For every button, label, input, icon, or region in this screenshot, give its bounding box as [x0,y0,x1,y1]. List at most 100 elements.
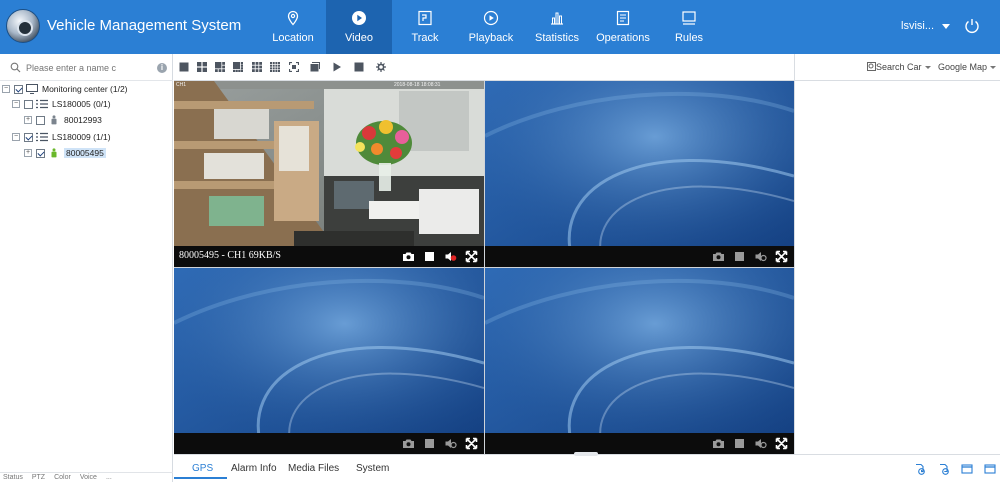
play-icon[interactable] [332,62,342,72]
layout-4-icon[interactable] [197,62,207,72]
layout-16-icon[interactable] [270,62,280,72]
tree-node-label: LS180005 (0/1) [52,99,111,109]
camera-icon[interactable] [402,250,415,263]
search-car-button[interactable]: Search Car [867,62,931,72]
vehicle-online-icon [51,148,57,158]
stop-icon[interactable] [733,437,746,450]
video-controls [402,250,478,263]
layout-8-icon[interactable] [233,62,243,72]
expand-icon[interactable] [775,437,788,450]
tree-checkbox[interactable] [24,132,33,142]
tree-node-vehicle[interactable]: + 80012993 [24,113,102,127]
power-icon[interactable] [963,17,981,35]
tab-gps[interactable]: GPS [192,463,213,474]
layout-6-icon[interactable] [215,62,225,72]
collapse-icon[interactable]: − [12,133,20,141]
video-cell-3[interactable] [174,268,484,454]
video-control-bar [485,433,794,454]
stop-icon[interactable] [423,437,436,450]
info-icon[interactable]: i [157,63,167,73]
clear-list-icon[interactable] [938,463,950,475]
expand-icon[interactable]: + [24,116,32,124]
expand-icon[interactable] [775,250,788,263]
tree-checkbox[interactable] [14,84,23,94]
tree-node-root[interactable]: − Monitoring center (1/2) [2,82,128,96]
map-panel[interactable] [794,81,1000,454]
expand-icon[interactable] [465,250,478,263]
nav-rules-label: Rules [674,32,704,44]
nav-location[interactable]: Location [260,0,326,54]
tree-node-label: 80012993 [64,115,102,125]
speaker-mute-icon[interactable] [444,250,457,263]
tab-media-files[interactable]: Media Files [288,463,339,474]
nav-track[interactable]: Track [392,0,458,54]
speaker-mute-icon[interactable] [444,437,457,450]
camera-icon[interactable] [712,250,725,263]
tree-node-group[interactable]: − LS180005 (0/1) [12,97,111,111]
tree-node-group[interactable]: − LS180009 (1/1) [12,130,111,144]
layout-1-icon[interactable] [179,62,189,72]
nav-playback[interactable]: Playback [458,0,524,54]
playback-icon [483,10,499,26]
tree-checkbox[interactable] [24,99,33,109]
resize-handle[interactable] [574,452,598,456]
search-input[interactable] [26,60,146,76]
nav-rules[interactable]: Rules [656,0,722,54]
app-header: Vehicle Management System Location Video… [0,0,1000,54]
layout-9-icon[interactable] [252,62,262,72]
app-title: Vehicle Management System [47,17,242,34]
camera-icon[interactable] [712,437,725,450]
left-tab-more[interactable]: ... [103,473,118,482]
nav-operations[interactable]: Operations [590,0,656,54]
tab-alarm-info[interactable]: Alarm Info [231,463,277,474]
map-type-select[interactable]: Google Map [938,62,997,72]
tree-checkbox[interactable] [36,115,45,125]
nav-location-label: Location [272,32,314,44]
restore-window-icon[interactable] [961,463,973,475]
video-cell-1[interactable]: 2018-08-18 18:08:31 CH1 80005495 - CH1 6… [174,81,484,267]
tree-node-label: 80005495 [64,148,106,158]
stop-icon[interactable] [354,62,364,72]
active-tab-indicator [174,477,227,479]
video-toolbar [174,54,794,81]
search-icon [10,62,21,73]
svg-text:CH1: CH1 [176,82,186,88]
nav-video[interactable]: Video [326,0,392,54]
bar-chart-icon [551,12,563,25]
maximize-window-icon[interactable] [984,463,996,475]
svg-text:2018-08-18 18:08:31: 2018-08-18 18:08:31 [394,82,441,88]
video-controls [712,250,788,263]
expand-icon[interactable]: + [24,149,32,157]
user-menu[interactable]: lsvisi... [901,20,950,32]
left-tab-ptz[interactable]: PTZ [29,473,51,482]
fullscreen-icon[interactable] [289,62,299,72]
left-tab-voice[interactable]: Voice [77,473,103,482]
speaker-mute-icon[interactable] [754,250,767,263]
idle-wallpaper [485,81,794,267]
window-icon[interactable] [310,62,320,72]
left-tab-status[interactable]: Status [0,473,29,482]
video-cell-4[interactable] [485,268,794,454]
play-circle-icon [352,11,366,25]
list-icon [36,132,48,142]
collapse-icon[interactable]: − [2,85,10,93]
tree-checkbox[interactable] [36,148,45,158]
settings-icon[interactable] [376,62,386,72]
nav-statistics[interactable]: Statistics [524,0,590,54]
expand-icon[interactable] [465,437,478,450]
speaker-mute-icon[interactable] [754,437,767,450]
vehicle-tree-panel: i − Monitoring center (1/2) − LS180005 (… [0,54,173,482]
stop-icon[interactable] [733,250,746,263]
bottom-panel: GPS Alarm Info Media Files System [174,452,1000,482]
tab-system[interactable]: System [356,463,389,474]
stop-icon[interactable] [423,250,436,263]
track-icon [418,10,432,26]
operations-icon [616,10,630,26]
left-tab-color[interactable]: Color [51,473,77,482]
video-cell-2[interactable] [485,81,794,267]
lock-scroll-icon[interactable] [914,463,926,475]
camera-icon[interactable] [402,437,415,450]
collapse-icon[interactable]: − [12,100,20,108]
tree-node-vehicle[interactable]: + 80005495 [24,146,106,160]
chevron-down-icon [990,66,997,70]
